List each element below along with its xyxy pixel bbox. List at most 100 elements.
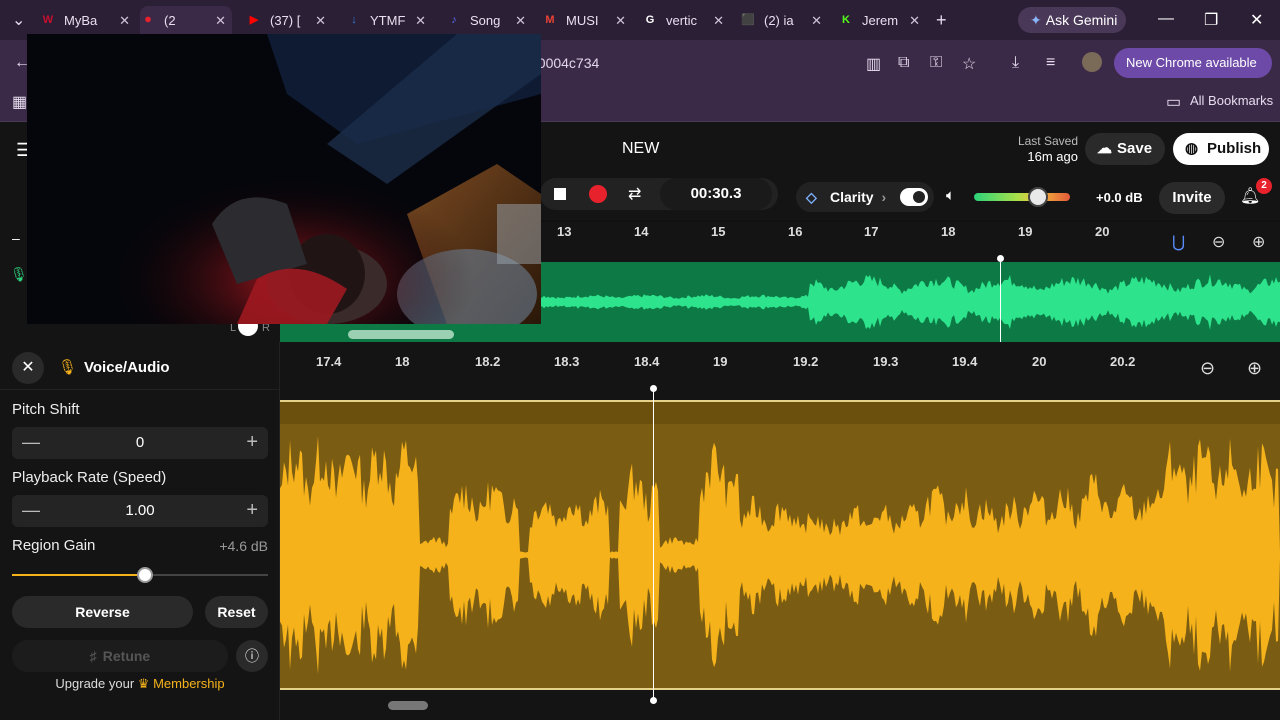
ruler-tick-label: 19.4 [952,354,978,369]
ruler-tick-label: 14 [634,224,649,239]
playhead-region-handle-top[interactable] [650,385,657,392]
clarity-toggle[interactable] [900,188,928,206]
playhead-top[interactable] [1000,258,1001,342]
close-panel-button[interactable]: ✕ [12,352,44,384]
tab-label: (2 [164,12,176,28]
download-icon[interactable]: ⤓ [1012,54,1019,72]
password-key-icon[interactable]: ⚿ [930,54,942,72]
speaker-icon[interactable]: 🔈︎ [946,187,955,204]
close-icon[interactable]: ✕ [811,13,822,29]
membership-link[interactable]: Membership [153,676,225,691]
project-title[interactable]: NEW [622,140,659,158]
bookmark-star-icon[interactable]: ☆ [962,54,976,74]
tab-label: (2) ia [764,12,794,28]
info-icon: ⓘ [245,648,259,664]
plus-icon[interactable]: + [246,499,258,522]
ruler-tick-label: 20.2 [1110,354,1136,369]
timeline-ruler-region[interactable] [280,342,1280,400]
video-preview[interactable] [27,34,541,324]
loop-icon[interactable]: ⇄ [628,184,641,204]
diamond-icon: ◇ [806,189,817,205]
audio-region-yellow[interactable] [280,400,1280,690]
browser-tab[interactable]: ▶ (37) [ ✕ [240,6,332,34]
record-button[interactable] [589,185,607,203]
install-app-icon[interactable]: ⧉ [898,54,909,72]
media-queue-icon[interactable]: ≡ [1046,54,1055,72]
browser-tab[interactable]: K Jerem ✕ [834,6,926,34]
browser-tab[interactable]: W MyBa ✕ [40,6,136,34]
region-gain-knob[interactable] [137,567,154,583]
pitch-shift-value[interactable]: 0 [52,434,228,451]
close-icon[interactable]: ✕ [215,13,226,29]
tab-favicon-icon: ♪ [451,14,457,26]
zoom-out-icon[interactable]: ⊖ [1212,232,1225,252]
ruler-tick-label: 18.4 [634,354,660,369]
region-gain-fill [12,574,146,576]
zoom-out-icon[interactable]: ⊖ [1200,358,1215,379]
stop-button[interactable] [554,188,566,200]
collapse-icon[interactable]: – [12,230,20,246]
profile-avatar[interactable] [1082,52,1102,72]
last-saved-status: Last Saved 16m ago [1004,134,1078,164]
retune-button[interactable]: ♯ Retune [12,640,228,672]
minimize-icon[interactable]: — [1158,10,1174,28]
browser-tab[interactable]: ↓ YTMF ✕ [340,6,432,34]
reader-icon[interactable]: ▥ [866,54,881,74]
mic-icon: 🎙︎ [58,359,78,376]
ruler-tick-label: 19.2 [793,354,819,369]
restore-icon[interactable]: ❐ [1204,10,1218,30]
reset-button[interactable]: Reset [205,596,268,628]
zoom-in-icon[interactable]: ⊕ [1252,232,1265,252]
browser-tab[interactable]: G vertic ✕ [638,6,730,34]
playhead-region[interactable] [653,388,654,700]
publish-button[interactable]: ◍ Publish [1173,133,1269,165]
ask-gemini-label: Ask Gemini [1045,12,1118,28]
close-icon[interactable]: ✕ [615,13,626,29]
video-frame-image [27,34,541,324]
browser-tab[interactable]: ♪ Song ✕ [440,6,532,34]
zoom-in-icon[interactable]: ⊕ [1247,358,1262,379]
close-icon[interactable]: ✕ [315,13,326,29]
playback-rate-stepper[interactable]: — 1.00 + [12,495,268,527]
playback-rate-value[interactable]: 1.00 [52,502,228,519]
minus-icon[interactable]: — [22,500,40,521]
reverse-button[interactable]: Reverse [12,596,193,628]
ask-gemini-button[interactable]: ✦ Ask Gemini [1018,7,1126,33]
new-tab-icon[interactable]: + [936,10,947,31]
close-icon[interactable]: ✕ [119,13,130,29]
browser-tab[interactable]: ⬛ (2) ia ✕ [736,6,828,34]
plus-icon[interactable]: + [246,431,258,454]
master-volume-slider[interactable] [974,193,1070,201]
ruler-tick-label: 17.4 [316,354,342,369]
minus-icon[interactable]: — [22,432,40,453]
ruler-tick-label: 17 [864,224,879,239]
region-scrollbar[interactable] [388,701,428,710]
all-bookmarks-link[interactable]: All Bookmarks [1190,93,1273,108]
close-icon[interactable]: ✕ [713,13,724,29]
timeline-ruler-top[interactable] [540,222,1280,262]
ruler-tick-label: 20 [1095,224,1110,239]
pitch-shift-stepper[interactable]: — 0 + [12,427,268,459]
close-icon[interactable]: ✕ [909,13,920,29]
close-window-icon[interactable]: ✕ [1250,10,1263,30]
browser-tab-active[interactable]: ⏺ (2 ✕ [140,6,232,34]
ruler-tick-label: 19 [1018,224,1033,239]
new-chrome-available-button[interactable]: New Chrome available ⋮ [1114,48,1272,100]
playhead-region-handle-bottom[interactable] [650,697,657,704]
master-volume-knob[interactable] [1028,187,1048,207]
playhead-top-handle[interactable] [997,255,1004,262]
apps-grid-icon[interactable]: ▦ [12,92,27,112]
ruler-tick-label: 18.3 [554,354,580,369]
last-saved-time: 16m ago [1027,149,1078,164]
snap-magnet-icon[interactable]: ⋃ [1172,232,1185,252]
browser-tab[interactable]: M MUSI ✕ [538,6,632,34]
save-button[interactable]: ☁ Save [1085,133,1165,165]
invite-button[interactable]: Invite [1159,182,1225,214]
mic-icon: 🎙︎ [10,266,28,282]
close-icon[interactable]: ✕ [515,13,526,29]
info-button[interactable]: ⓘ [236,640,268,672]
ruler-tick-label: 13 [557,224,572,239]
tab-search-icon[interactable]: ⌄ [12,10,25,30]
close-icon[interactable]: ✕ [415,13,426,29]
track-scrollbar[interactable] [348,330,454,339]
